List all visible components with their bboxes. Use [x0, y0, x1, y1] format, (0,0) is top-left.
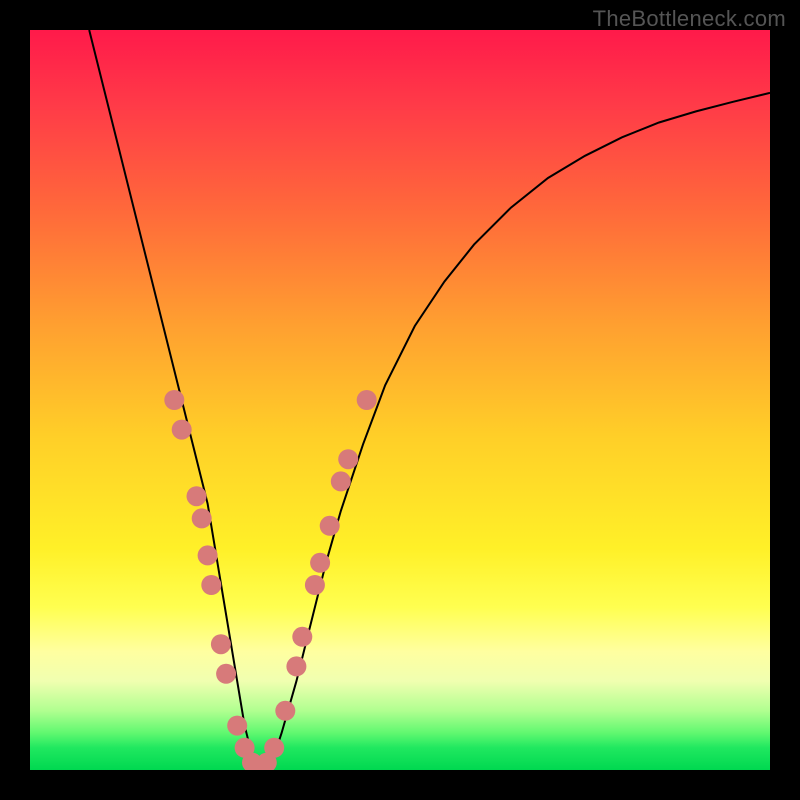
- curve-marker: [286, 656, 306, 676]
- chart-svg: [30, 30, 770, 770]
- curve-marker: [292, 627, 312, 647]
- curve-marker: [227, 716, 247, 736]
- curve-marker: [192, 508, 212, 528]
- curve-marker: [201, 575, 221, 595]
- curve-marker: [331, 471, 351, 491]
- curve-marker: [164, 390, 184, 410]
- curve-marker: [310, 553, 330, 573]
- curve-marker: [357, 390, 377, 410]
- curve-marker: [275, 701, 295, 721]
- curve-marker: [320, 516, 340, 536]
- curve-marker: [172, 420, 192, 440]
- curve-marker: [264, 738, 284, 758]
- curve-marker: [187, 486, 207, 506]
- curve-marker: [216, 664, 236, 684]
- curve-marker: [211, 634, 231, 654]
- curve-marker: [305, 575, 325, 595]
- watermark-text: TheBottleneck.com: [593, 6, 786, 32]
- chart-plot-area: [30, 30, 770, 770]
- curve-marker: [198, 545, 218, 565]
- curve-marker: [338, 449, 358, 469]
- curve-markers: [164, 390, 376, 770]
- bottleneck-curve: [89, 30, 770, 770]
